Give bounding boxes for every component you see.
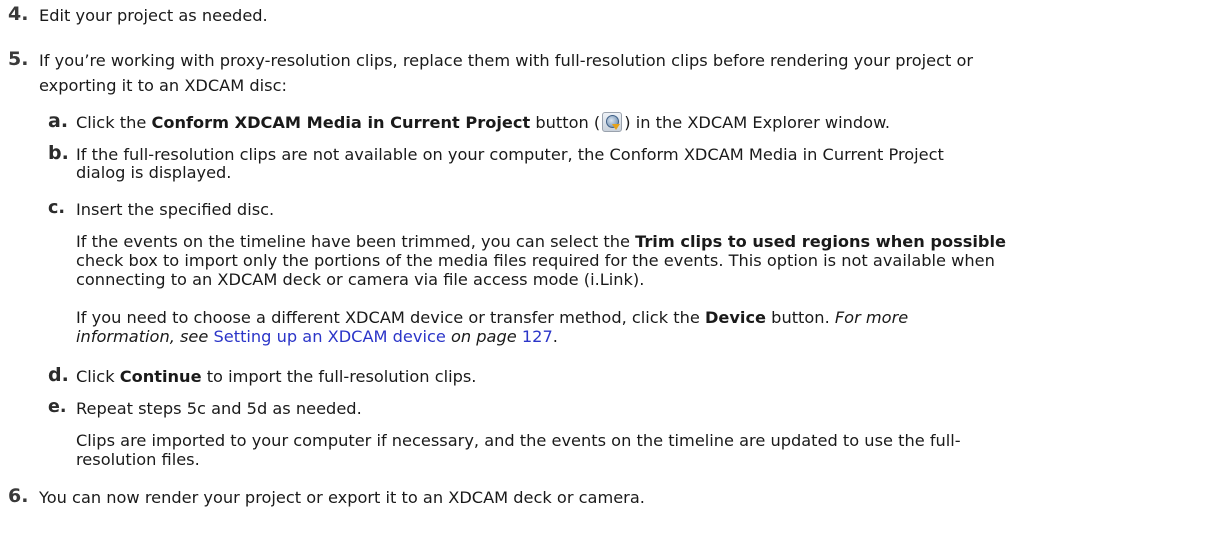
text-segment: . [552,327,558,346]
option-name: Trim clips to used regions when possible [635,232,1007,251]
step-4: 4. Edit your project as needed. [0,4,1222,28]
substep-text: Insert the specified disc. [76,200,275,219]
substep-d: d. Click Continue to import the full-res… [0,365,1222,389]
substep-e-paragraph: Clips are imported to your computer if n… [76,430,1216,470]
conform-xdcam-icon [602,112,623,132]
text-segment: to import the full-resolution clips. [201,367,477,386]
substep-label: a. [48,110,69,132]
substep-text: Repeat steps 5c and 5d as needed. [76,399,362,418]
button-name: Conform XDCAM Media in Current Project [151,113,531,132]
substep-text-line-2: dialog is displayed. [76,163,232,182]
italic-text: on page [445,327,522,346]
paragraph-line: If the events on the timeline have been … [76,231,1216,252]
text-segment: ) in the XDCAM Explorer window. [624,113,890,132]
text-segment: button ( [530,113,601,132]
text-segment: Click the [76,113,152,132]
cross-reference-link[interactable]: Setting up an XDCAM device [214,327,446,346]
page-number-link[interactable]: 127 [522,327,553,346]
paragraph-line: information, see Setting up an XDCAM dev… [76,326,1216,347]
text-segment: button. [766,308,835,327]
step-text-line-2: exporting it to an XDCAM disc: [39,76,287,95]
button-name: Continue [119,367,202,386]
substep-b: b. If the full-resolution clips are not … [0,143,1222,187]
step-text-line-1: If you’re working with proxy-resolution … [39,51,974,70]
button-name: Device [704,308,767,327]
text-segment: If the events on the timeline have been … [76,232,636,251]
italic-text: information, see [76,327,214,346]
substep-label: d. [48,364,69,386]
paragraph-line: resolution files. [76,450,200,469]
substep-e: e. Repeat steps 5c and 5d as needed. [0,397,1222,421]
step-text: You can now render your project or expor… [39,488,645,507]
italic-text: For more [834,308,909,327]
substep-a: a. Click the Conform XDCAM Media in Curr… [0,111,1222,135]
paragraph-line: connecting to an XDCAM deck or camera vi… [76,270,645,289]
paragraph-line: If you need to choose a different XDCAM … [76,307,1216,328]
step-number: 4. [8,3,29,25]
substep-label: e. [48,397,67,417]
substep-c-paragraph-1: If the events on the timeline have been … [76,231,1216,290]
step-number: 6. [8,485,29,507]
text-segment: Click [76,367,120,386]
text-segment: If you need to choose a different XDCAM … [76,308,705,327]
step-number: 5. [8,48,29,70]
step-5: 5. If you’re working with proxy-resoluti… [0,49,1222,97]
substep-label: b. [48,142,69,164]
substep-text: Click Continue to import the full-resolu… [76,366,476,387]
substep-c: c. Insert the specified disc. [0,198,1222,222]
step-text: Edit your project as needed. [39,6,268,25]
substep-label: c. [48,198,66,218]
step-6: 6. You can now render your project or ex… [0,486,1222,510]
substep-c-paragraph-2: If you need to choose a different XDCAM … [76,307,1216,347]
paragraph-line: check box to import only the portions of… [76,251,995,270]
substep-text: Click the Conform XDCAM Media in Current… [76,112,890,133]
paragraph-line: Clips are imported to your computer if n… [76,431,961,450]
